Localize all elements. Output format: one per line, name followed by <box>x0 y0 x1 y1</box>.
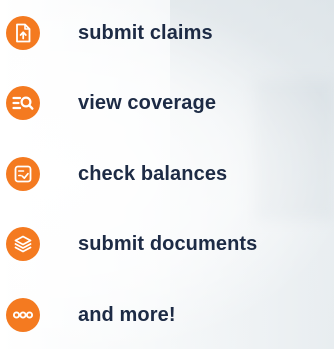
ellipsis-icon <box>6 298 40 332</box>
feature-item-check-balances: check balances <box>6 157 227 191</box>
feature-item-submit-claims: submit claims <box>6 16 213 50</box>
list-search-icon <box>6 86 40 120</box>
feature-item-view-coverage: view coverage <box>6 86 216 120</box>
document-upload-icon <box>6 16 40 50</box>
feature-label: submit documents <box>78 232 258 255</box>
layers-icon <box>6 227 40 261</box>
feature-label: check balances <box>78 162 228 185</box>
feature-item-submit-documents: submit documents <box>6 227 257 261</box>
feature-label: and more! <box>78 303 176 326</box>
feature-label: submit claims <box>78 21 213 44</box>
feature-label: view coverage <box>78 91 217 114</box>
checklist-icon <box>6 157 40 191</box>
feature-list: submit claims view coverage check balanc… <box>0 0 334 349</box>
feature-item-and-more: and more! <box>6 298 176 332</box>
